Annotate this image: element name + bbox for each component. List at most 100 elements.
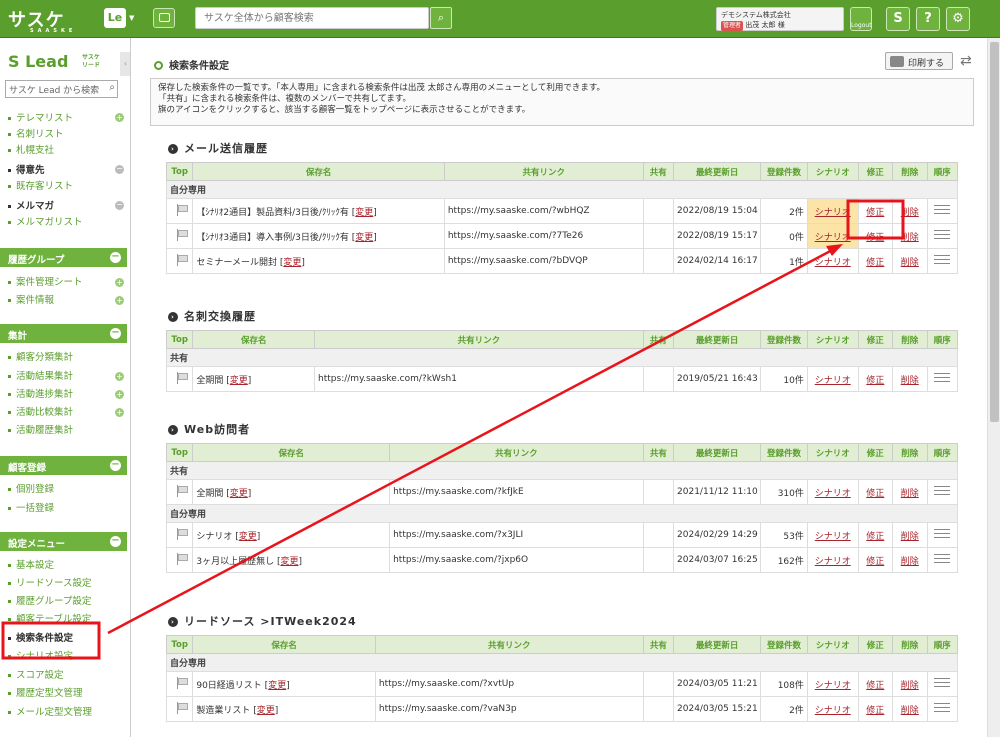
share-link[interactable]: https://my.saaske.com/?vaN3p <box>374 696 644 722</box>
change-link[interactable]: 変更 <box>230 489 248 499</box>
sidebar-item-scenario[interactable]: シナリオ設定 <box>8 648 73 662</box>
add-icon[interactable]: + <box>115 278 124 287</box>
drag-handle-icon[interactable] <box>934 678 951 687</box>
edit-link[interactable]: 修正 <box>866 489 884 499</box>
flag-icon[interactable] <box>176 701 189 714</box>
drag-handle-icon[interactable] <box>934 255 951 264</box>
share-link[interactable]: https://my.saaske.com/?x3JLI <box>389 522 644 548</box>
sidebar-item-stats-2[interactable]: 活動結果集計 <box>8 368 73 382</box>
delete-link[interactable]: 削除 <box>901 489 919 499</box>
refresh-icon[interactable]: ⇄ <box>960 53 972 69</box>
sidebar-item-sapporo[interactable]: 札幌支社 <box>8 142 54 156</box>
scenario-link[interactable]: シナリオ <box>815 681 851 691</box>
sidebar-head-history[interactable]: 履歴グループ − <box>0 248 127 267</box>
collapse-icon[interactable]: − <box>115 165 124 174</box>
drag-handle-icon[interactable] <box>934 205 951 214</box>
scenario-link[interactable]: シナリオ <box>815 376 851 386</box>
vertical-scrollbar[interactable] <box>987 38 1000 737</box>
drag-handle-icon[interactable] <box>934 486 951 495</box>
drag-handle-icon[interactable] <box>934 529 951 538</box>
delete-link[interactable]: 削除 <box>901 376 919 386</box>
flag-icon[interactable] <box>176 228 189 241</box>
delete-link[interactable]: 削除 <box>901 233 919 243</box>
share-link[interactable]: https://my.saaske.com/?bDVQP <box>443 248 644 274</box>
edit-link[interactable]: 修正 <box>866 706 884 716</box>
saaske-s-icon[interactable]: S <box>886 7 910 31</box>
add-icon[interactable]: + <box>115 408 124 417</box>
logout-button[interactable]: Logout <box>850 7 872 31</box>
delete-link[interactable]: 削除 <box>901 532 919 542</box>
lead-app-badge[interactable]: Le <box>104 8 126 28</box>
user-info[interactable]: デモシステム株式会社 管理者 出茂 太郎 様 <box>716 7 844 31</box>
delete-link[interactable]: 削除 <box>901 208 919 218</box>
sidebar-head-stats[interactable]: 集計 − <box>0 324 127 343</box>
edit-link[interactable]: 修正 <box>866 532 884 542</box>
add-icon[interactable]: + <box>115 390 124 399</box>
sidebar-item-bulk[interactable]: 一括登録 <box>8 500 54 514</box>
flag-icon[interactable] <box>176 676 189 689</box>
sidebar-collapse-icon[interactable]: ‹ <box>120 52 130 76</box>
scenario-link[interactable]: シナリオ <box>815 489 851 499</box>
sidebar-head-settings[interactable]: 設定メニュー − <box>0 532 127 551</box>
sidebar-group-customers[interactable]: 得意先 <box>8 162 45 176</box>
change-link[interactable]: 変更 <box>355 233 373 243</box>
delete-link[interactable]: 削除 <box>901 258 919 268</box>
drag-handle-icon[interactable] <box>934 230 951 239</box>
sidebar-item-case-info[interactable]: 案件情報 <box>8 292 54 306</box>
edit-link[interactable]: 修正 <box>866 376 884 386</box>
change-link[interactable]: 変更 <box>283 258 301 268</box>
scenario-link[interactable]: シナリオ <box>815 258 851 268</box>
scenario-link[interactable]: シナリオ <box>815 233 851 243</box>
sidebar-item-mail-template[interactable]: メール定型文管理 <box>8 704 92 718</box>
sidebar-item-case-sheet[interactable]: 案件管理シート <box>8 274 83 288</box>
scenario-link[interactable]: シナリオ <box>815 208 851 218</box>
sidebar-item-leadsource[interactable]: リードソース設定 <box>8 575 92 589</box>
flag-icon[interactable] <box>176 527 189 540</box>
edit-link[interactable]: 修正 <box>866 258 884 268</box>
flag-icon[interactable] <box>176 203 189 216</box>
sidebar-item-individual[interactable]: 個別登録 <box>8 481 54 495</box>
sidebar-item-existing[interactable]: 既存客リスト <box>8 178 73 192</box>
share-link[interactable]: https://my.saaske.com/?xvtUp <box>374 671 644 697</box>
drag-handle-icon[interactable] <box>934 373 951 382</box>
help-icon[interactable]: ? <box>916 7 940 31</box>
delete-link[interactable]: 削除 <box>901 557 919 567</box>
sidebar-item-basic[interactable]: 基本設定 <box>8 557 54 571</box>
search-icon[interactable]: ⌕ <box>430 7 452 29</box>
sidebar-item-card-list[interactable]: 名刺リスト <box>8 126 64 140</box>
change-link[interactable]: 変更 <box>239 532 257 542</box>
share-link[interactable]: https://my.saaske.com/?7Te26 <box>443 223 644 249</box>
sidebar-item-stats-1[interactable]: 顧客分類集計 <box>8 349 73 363</box>
sidebar-item-customer-table[interactable]: 顧客テーブル設定 <box>8 611 91 625</box>
saaske-logo[interactable]: サスケ SAASKE <box>8 6 72 34</box>
scenario-link[interactable]: シナリオ <box>815 706 851 716</box>
scenario-link[interactable]: シナリオ <box>815 557 851 567</box>
sidebar-item-search-condition[interactable]: 検索条件設定 <box>8 630 73 644</box>
edit-link[interactable]: 修正 <box>866 233 884 243</box>
sidebar-head-register[interactable]: 顧客登録 − <box>0 456 127 475</box>
delete-link[interactable]: 削除 <box>901 706 919 716</box>
share-link[interactable]: https://my.saaske.com/?kWsh1 <box>314 366 644 392</box>
app-switch-caret-icon[interactable]: ▼ <box>129 14 134 22</box>
change-link[interactable]: 変更 <box>280 557 298 567</box>
sidebar-item-history-template[interactable]: 履歴定型文管理 <box>8 685 83 699</box>
flag-icon[interactable] <box>176 371 189 384</box>
flag-icon[interactable] <box>176 552 189 565</box>
print-button[interactable]: 印刷する <box>885 52 953 70</box>
change-link[interactable]: 変更 <box>230 376 248 386</box>
sidebar-item-score[interactable]: スコア設定 <box>8 667 64 681</box>
edit-link[interactable]: 修正 <box>866 208 884 218</box>
chat-icon[interactable] <box>153 8 175 28</box>
sidebar-item-tele-list[interactable]: テレマリスト <box>8 110 73 124</box>
change-link[interactable]: 変更 <box>355 208 373 218</box>
delete-link[interactable]: 削除 <box>901 681 919 691</box>
sidebar-item-stats-5[interactable]: 活動履歴集計 <box>8 422 73 436</box>
sidebar-search-input[interactable]: サスケ Lead から検索 ⌕ <box>5 80 118 98</box>
sidebar-item-history-group[interactable]: 履歴グループ設定 <box>8 593 91 607</box>
share-link[interactable]: https://my.saaske.com/?wbHQZ <box>443 198 644 224</box>
share-link[interactable]: https://my.saaske.com/?kfJkE <box>389 479 644 505</box>
edit-link[interactable]: 修正 <box>866 681 884 691</box>
search-icon[interactable]: ⌕ <box>109 82 115 93</box>
add-icon[interactable]: + <box>115 113 124 122</box>
settings-icon[interactable]: ⚙ <box>946 7 970 31</box>
